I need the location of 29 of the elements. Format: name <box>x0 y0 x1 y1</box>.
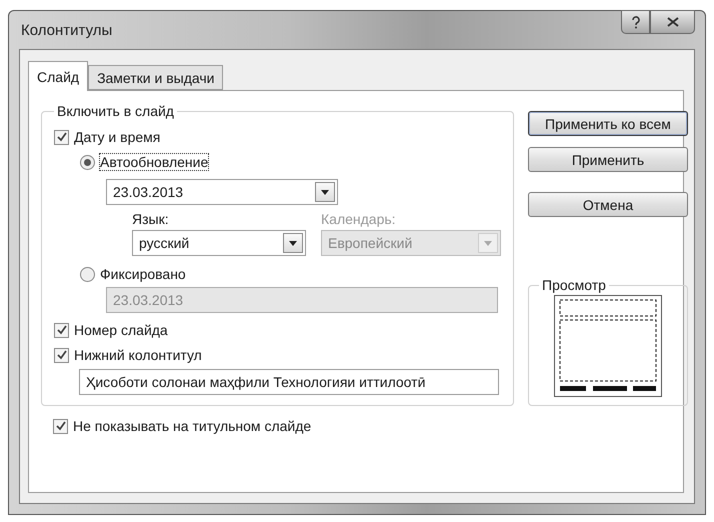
help-icon <box>630 16 640 28</box>
language-label: Язык: <box>132 211 170 227</box>
group-title: Просмотр <box>541 277 607 293</box>
checkbox-label: Номер слайда <box>74 322 168 338</box>
calendar-label: Календарь: <box>321 211 397 227</box>
language-dropdown[interactable]: русский <box>132 230 306 256</box>
close-button[interactable] <box>650 10 695 34</box>
checkbox-label: Не показывать на титульном слайде <box>73 418 312 434</box>
dialog-button[interactable]: Отмена <box>528 192 688 217</box>
checkbox-label: Дату и время <box>74 129 160 145</box>
group-title: Включить в слайд <box>56 103 175 119</box>
checkbox[interactable] <box>54 130 69 144</box>
footer-text-field[interactable]: Ҳисоботи солонаи маҳфили Технологияи иттилоотӣ <box>79 369 499 395</box>
tab[interactable]: Заметки и выдачи <box>88 65 224 90</box>
dialog-button[interactable]: Применить ко всем <box>528 111 688 136</box>
checkbox[interactable] <box>53 418 68 434</box>
window-title: Колонтитулы <box>20 22 112 38</box>
date-dropdown[interactable]: 23.03.2013 <box>106 179 338 205</box>
radio-button[interactable] <box>80 266 95 282</box>
dialog-button[interactable]: Применить <box>528 147 688 172</box>
checkbox-label: Нижний колонтитул <box>74 347 202 363</box>
radio-label: Автообновление <box>100 154 208 170</box>
tab[interactable]: Слайд <box>28 61 88 91</box>
radio-button[interactable] <box>80 154 95 170</box>
radio-label: Фиксировано <box>100 266 186 282</box>
checkbox[interactable] <box>54 348 69 362</box>
close-icon <box>666 17 678 27</box>
help-button[interactable] <box>621 10 650 34</box>
checkbox[interactable] <box>54 322 69 338</box>
